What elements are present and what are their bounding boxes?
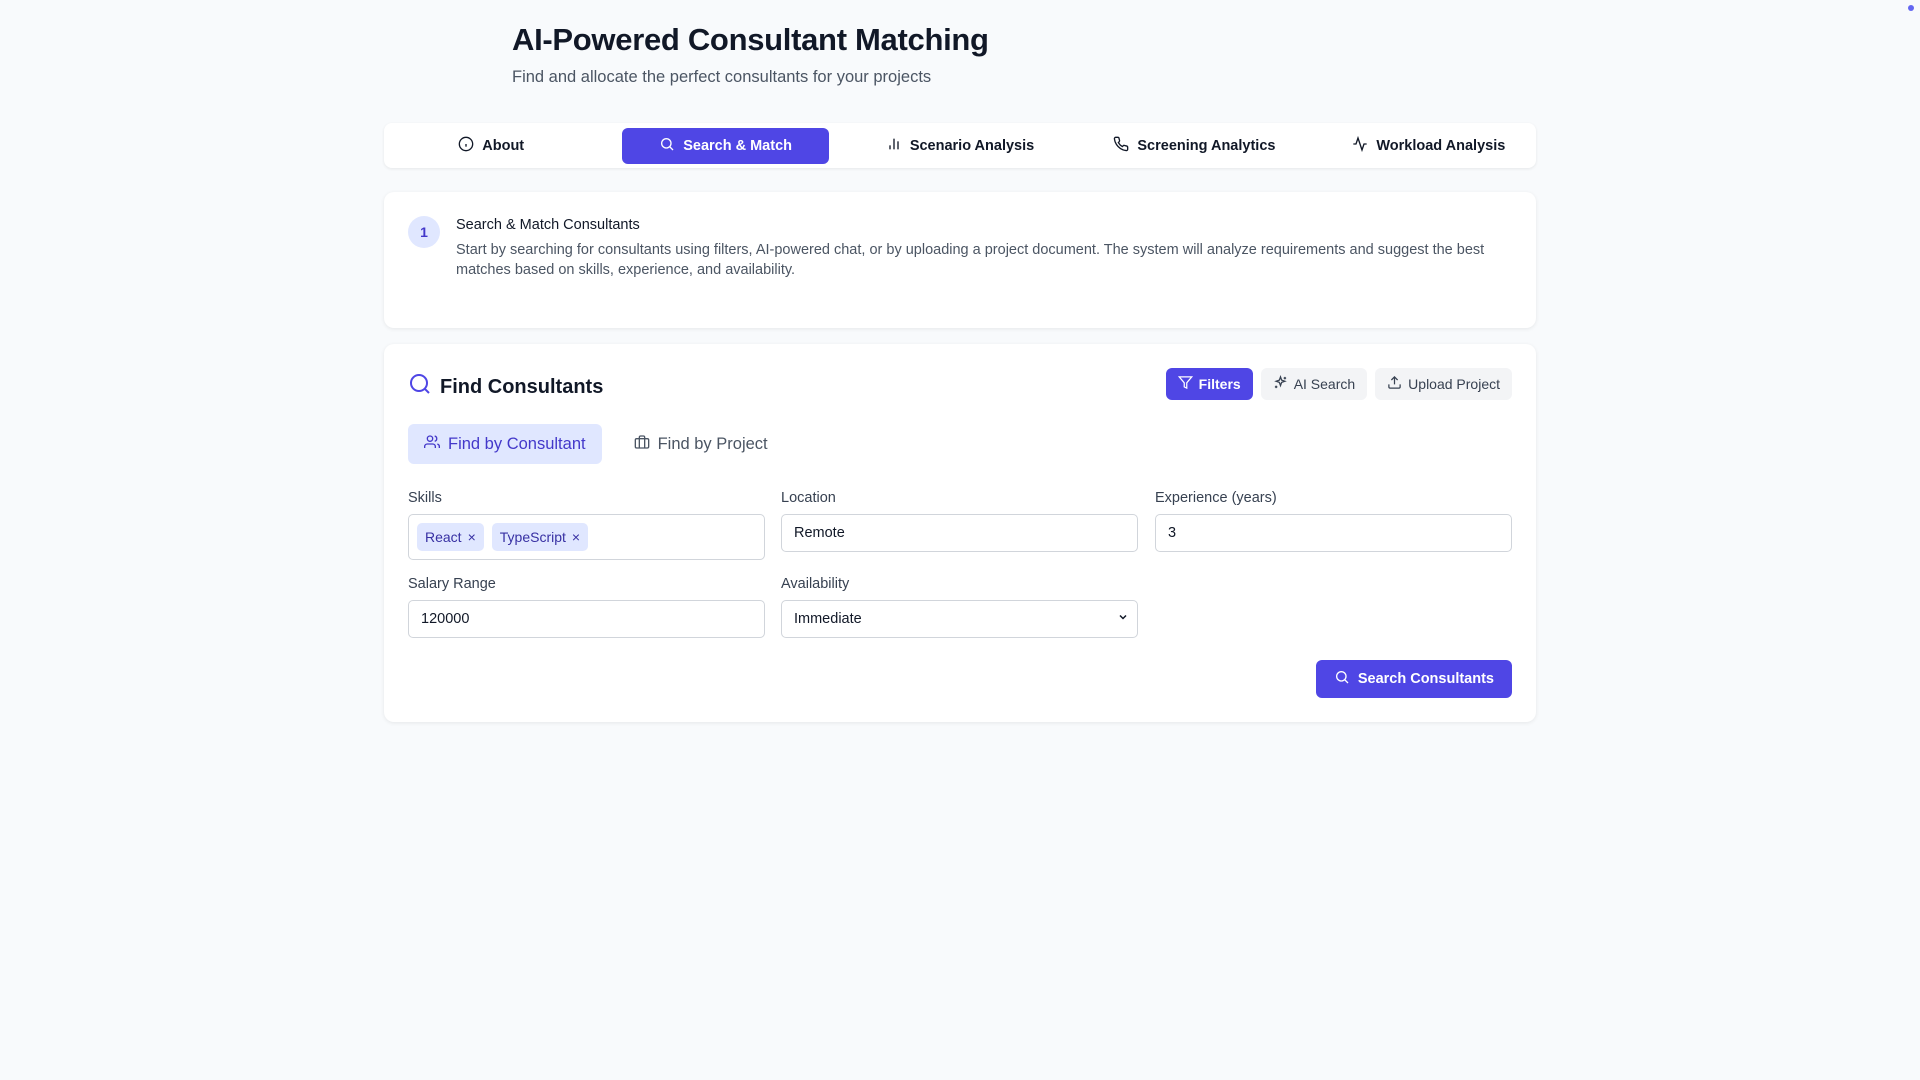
info-description: Start by searching for consultants using… (456, 242, 1485, 278)
location-field: Location (781, 490, 1138, 552)
remove-skill-icon[interactable]: × (572, 529, 580, 545)
tab-workload-analysis[interactable]: Workload Analysis (1326, 128, 1532, 164)
upload-project-label: Upload Project (1408, 376, 1500, 392)
users-icon (424, 434, 441, 455)
remove-skill-icon[interactable]: × (468, 529, 476, 545)
briefcase-icon (634, 434, 650, 455)
skills-field: Skills React × TypeScript × (408, 490, 765, 560)
find-mode-tabs: Find by Consultant Find by Project (408, 424, 784, 464)
filter-icon (1177, 375, 1193, 393)
search-consultants-label: Search Consultants (1357, 671, 1494, 687)
chevron-down-icon (1117, 611, 1129, 627)
status-dot (1908, 5, 1914, 11)
tab-search-match[interactable]: Search & Match (622, 127, 829, 164)
page-subtitle: Find and allocate the perfect consultant… (512, 68, 932, 86)
phone-icon (1113, 136, 1129, 156)
info-icon (458, 136, 474, 156)
availability-label: Availability (781, 576, 850, 592)
info-card: 1 Search & Match Consultants Start by se… (384, 192, 1536, 328)
skill-chip: React × (417, 523, 484, 551)
page-title: AI-Powered Consultant Matching (512, 22, 989, 57)
page-header: AI-Powered Consultant Matching Find and … (512, 22, 989, 87)
bar-chart-icon (886, 136, 902, 156)
experience-field: Experience (years) (1155, 490, 1512, 552)
salary-label: Salary Range (408, 576, 496, 592)
location-label: Location (781, 490, 836, 506)
tab-screening-analytics[interactable]: Screening Analytics (1091, 128, 1297, 164)
search-consultants-button[interactable]: Search Consultants (1315, 660, 1512, 698)
step-number-badge: 1 (408, 216, 440, 248)
search-mode-actions: Filters AI Search Upload Project (1165, 368, 1512, 400)
search-icon (1334, 669, 1350, 689)
search-icon (408, 372, 432, 402)
info-title: Search & Match Consultants (456, 217, 640, 233)
tab-scenario-analysis[interactable]: Scenario Analysis (857, 128, 1063, 164)
upload-icon (1387, 375, 1402, 393)
availability-value: Immediate (794, 611, 862, 627)
location-input[interactable] (781, 514, 1138, 552)
activity-icon (1352, 135, 1368, 156)
skills-input[interactable]: React × TypeScript × (408, 514, 765, 560)
tab-label: Workload Analysis (1376, 137, 1506, 154)
availability-select[interactable]: Immediate (781, 600, 1138, 638)
tab-about[interactable]: About (388, 128, 594, 164)
skill-chip-label: TypeScript (499, 529, 566, 545)
experience-input[interactable] (1155, 514, 1512, 552)
tab-find-by-project[interactable]: Find by Project (618, 424, 784, 464)
section-title: Find Consultants (440, 375, 604, 398)
tab-label: Find by Consultant (448, 434, 586, 453)
search-icon (659, 136, 675, 156)
skills-label: Skills (408, 490, 442, 506)
skill-chip: TypeScript × (491, 523, 589, 551)
ai-search-button[interactable]: AI Search (1260, 368, 1368, 400)
find-consultants-heading: Find Consultants (408, 372, 603, 402)
tab-label: Scenario Analysis (909, 137, 1035, 154)
tab-label: About (482, 137, 525, 154)
tab-find-by-consultant[interactable]: Find by Consultant (408, 424, 602, 464)
availability-field: Availability Immediate (781, 576, 1138, 638)
experience-label: Experience (years) (1155, 490, 1277, 506)
salary-field: Salary Range (408, 576, 765, 638)
filters-button[interactable]: Filters (1165, 368, 1253, 400)
tab-label: Find by Project (657, 434, 768, 453)
skill-chip-label: React (425, 529, 462, 545)
upload-project-button[interactable]: Upload Project (1375, 368, 1512, 400)
ai-search-label: AI Search (1293, 376, 1356, 392)
find-consultants-card: Find Consultants Filters AI Search Uploa… (384, 344, 1536, 722)
sparkles-icon (1273, 374, 1288, 393)
salary-input[interactable] (408, 600, 765, 638)
tab-label: Screening Analytics (1137, 137, 1276, 154)
main-tabs: About Search & Match Scenario Analysis S… (384, 123, 1536, 168)
filters-label: Filters (1198, 376, 1241, 392)
tab-label: Search & Match (683, 137, 792, 154)
